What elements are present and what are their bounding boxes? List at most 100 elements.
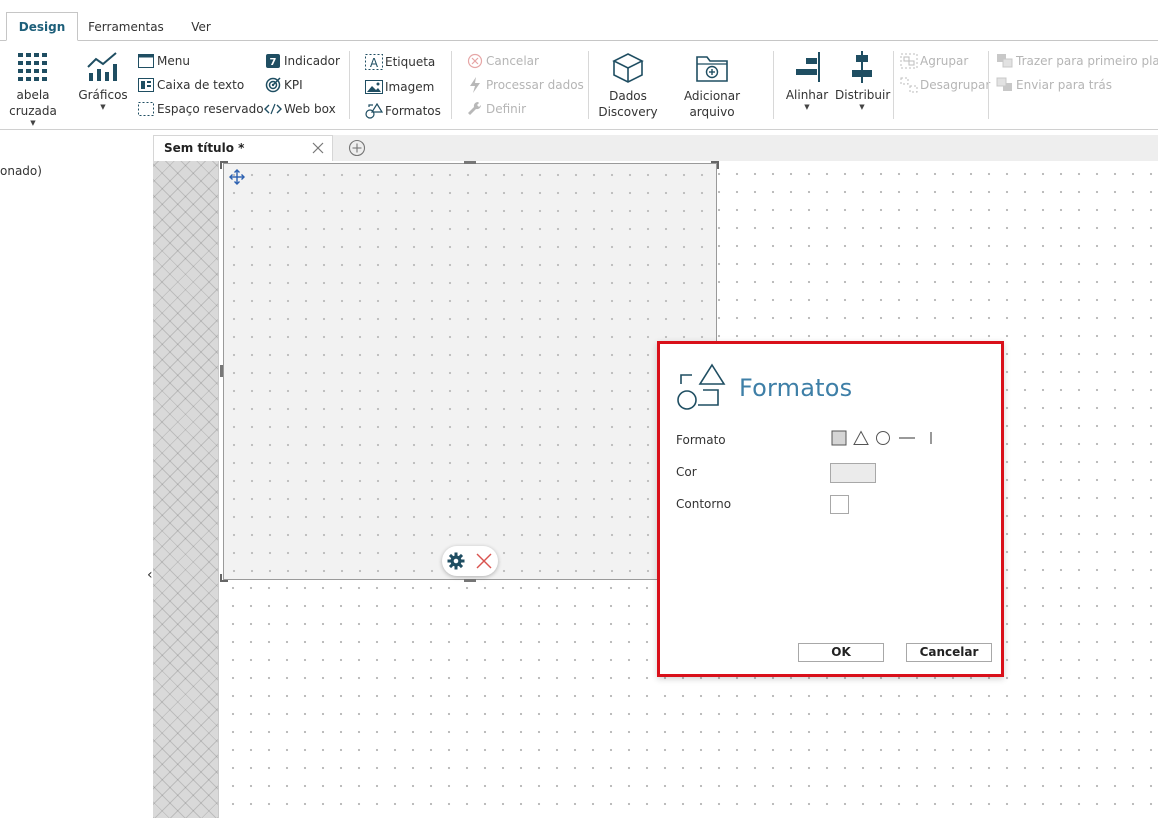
align-caret-icon: ▼	[804, 103, 810, 111]
vertical-line-icon[interactable]	[922, 430, 940, 446]
kpi-button[interactable]: KPI	[264, 77, 303, 93]
gear-icon[interactable]	[447, 552, 465, 570]
menu-label: Menu	[157, 54, 190, 68]
left-panel: onado)	[0, 131, 153, 818]
selected-widget[interactable]	[223, 163, 717, 580]
menu-button[interactable]: Menu	[137, 53, 190, 69]
group-button[interactable]: Agrupar	[900, 53, 968, 69]
crosstab-label: abela cruzada	[9, 88, 57, 118]
label-icon: A	[365, 54, 383, 70]
label-button[interactable]: A Etiqueta	[365, 54, 435, 70]
image-icon	[365, 79, 383, 95]
tab-ver[interactable]: Ver	[182, 14, 220, 40]
resize-edge-handle[interactable]	[464, 579, 476, 582]
indicator-label: Indicador	[284, 54, 340, 68]
webbox-button[interactable]: Web box	[264, 101, 336, 117]
image-button[interactable]: Imagem	[365, 79, 434, 95]
document-tab-title: Sem título *	[164, 141, 245, 155]
bring-front-icon	[996, 53, 1014, 69]
menu-icon	[137, 53, 155, 69]
ok-button[interactable]: OK	[798, 643, 884, 662]
placeholder-icon	[137, 101, 155, 117]
add-file-label: Adicionar arquivo	[683, 89, 741, 119]
placeholder-button[interactable]: Espaço reservado	[137, 101, 264, 117]
add-file-button[interactable]: Adicionar arquivo	[662, 52, 762, 120]
wrench-icon	[466, 101, 484, 117]
bring-to-front-button[interactable]: Trazer para primeiro plano	[996, 53, 1158, 69]
move-icon[interactable]	[229, 169, 245, 185]
tab-design[interactable]: Design	[6, 12, 78, 41]
resize-corner-handle[interactable]	[220, 574, 228, 582]
ribbon-separator	[893, 51, 894, 119]
send-to-back-label: Enviar para trás	[1016, 78, 1113, 92]
outline-picker[interactable]	[830, 495, 849, 514]
cancel-process-button[interactable]: Cancelar	[466, 53, 539, 69]
canvas-margin-hatch	[153, 161, 219, 818]
outline-label: Contorno	[676, 497, 732, 511]
color-picker[interactable]	[830, 463, 876, 483]
tab-ferramentas[interactable]: Ferramentas	[86, 14, 166, 40]
resize-corner-handle[interactable]	[220, 161, 228, 169]
send-to-back-button[interactable]: Enviar para trás	[996, 77, 1112, 93]
document-tab[interactable]: Sem título *	[153, 135, 333, 161]
data-discovery-label-1: Dados	[609, 89, 647, 103]
color-label: Cor	[676, 465, 697, 479]
align-label: Alinhar	[785, 88, 829, 102]
shape-label: Formato	[676, 433, 726, 447]
process-data-button[interactable]: Processar dados	[466, 77, 584, 93]
rectangle-icon[interactable]	[830, 430, 848, 446]
charts-caret-icon: ▼	[100, 103, 106, 111]
ribbon-tabbar: Design Ferramentas Ver	[0, 0, 1158, 41]
distribute-button[interactable]: Distribuir ▼	[835, 51, 891, 111]
distribute-label: Distribuir	[835, 88, 891, 102]
textbox-icon	[137, 77, 155, 93]
shapes-label: Formatos	[385, 104, 441, 118]
bring-to-front-label: Trazer para primeiro plano	[1016, 54, 1158, 68]
ribbon-separator	[451, 51, 452, 119]
data-discovery-button[interactable]: Dados Discovery	[597, 52, 659, 120]
cancel-button[interactable]: Cancelar	[906, 643, 992, 662]
distribute-caret-icon: ▼	[859, 103, 865, 111]
triangle-icon[interactable]	[852, 430, 870, 446]
panel-collapse-handle-icon[interactable]: ‹	[147, 567, 153, 583]
close-tab-icon[interactable]	[310, 140, 326, 156]
delete-widget-icon[interactable]	[475, 552, 493, 570]
shape-selector	[830, 430, 944, 446]
group-label: Agrupar	[920, 54, 969, 68]
charts-label: Gráficos	[78, 88, 128, 102]
lightning-icon	[466, 77, 484, 93]
svg-text:A: A	[370, 56, 379, 70]
cancel-process-label: Cancelar	[486, 54, 539, 68]
horizontal-line-icon[interactable]	[896, 430, 918, 446]
circle-icon[interactable]	[874, 430, 892, 446]
add-tab-icon[interactable]	[348, 139, 366, 157]
ribbon-separator	[588, 51, 589, 119]
ungroup-icon	[900, 77, 918, 93]
charts-button[interactable]: Gráficos ▼	[78, 51, 128, 111]
process-data-label: Processar dados	[486, 78, 584, 92]
placeholder-label: Espaço reservado	[157, 102, 264, 116]
align-button[interactable]: Alinhar ▼	[784, 51, 830, 111]
left-panel-item[interactable]: onado)	[0, 164, 42, 178]
resize-corner-handle[interactable]	[711, 161, 719, 169]
textbox-button[interactable]: Caixa de texto	[137, 77, 244, 93]
shapes-dialog: Formatos Formato Cor Contorno OK Cancela…	[657, 341, 1004, 677]
distribute-icon	[852, 51, 872, 83]
resize-edge-handle[interactable]	[464, 161, 476, 164]
ribbon-toolbar: abela cruzada ▼ Gráficos ▼ Menu Caixa de…	[0, 40, 1158, 130]
chart-icon	[87, 52, 117, 81]
align-icon	[796, 52, 820, 82]
indicator-button[interactable]: 7 Indicador	[264, 53, 340, 69]
send-back-icon	[996, 77, 1014, 93]
crosstab-button[interactable]: abela cruzada ▼	[0, 51, 72, 127]
code-icon	[264, 101, 282, 117]
shapes-icon	[365, 103, 383, 119]
shapes-button[interactable]: Formatos	[365, 103, 441, 119]
ungroup-button[interactable]: Desagrupar	[900, 77, 990, 93]
add-folder-icon	[696, 56, 728, 82]
ribbon-separator	[773, 51, 774, 119]
resize-edge-handle[interactable]	[220, 365, 223, 377]
kpi-label: KPI	[284, 78, 303, 92]
define-button[interactable]: Definir	[466, 101, 526, 117]
data-discovery-label-2: Discovery	[598, 105, 658, 119]
